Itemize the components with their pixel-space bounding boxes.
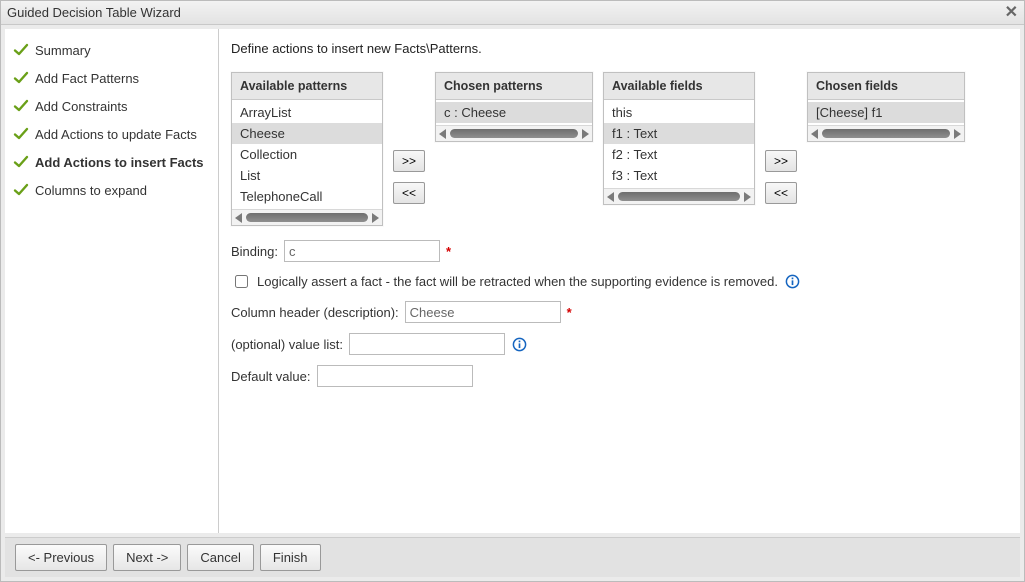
chosen-fields-list[interactable]: [Cheese] f1 <box>808 100 964 125</box>
available-patterns-panel: Available patterns ArrayListCheeseCollec… <box>231 72 383 226</box>
chosen-patterns-panel: Chosen patterns c : Cheese <box>435 72 593 142</box>
check-icon <box>13 154 29 170</box>
add-field-button[interactable]: >> <box>765 150 797 172</box>
next-button[interactable]: Next -> <box>113 544 181 571</box>
remove-field-button[interactable]: << <box>765 182 797 204</box>
required-marker: * <box>446 244 451 259</box>
sidebar-item[interactable]: Add Fact Patterns <box>13 67 210 89</box>
sidebar-item[interactable]: Add Actions to update Facts <box>13 123 210 145</box>
value-list-label: (optional) value list: <box>231 337 343 352</box>
wizard-footer: <- Previous Next -> Cancel Finish <box>5 537 1020 577</box>
hscroll[interactable] <box>808 125 964 141</box>
available-patterns-header: Available patterns <box>232 73 382 100</box>
chosen-patterns-list[interactable]: c : Cheese <box>436 100 592 125</box>
chosen-fields-panel: Chosen fields [Cheese] f1 <box>807 72 965 142</box>
wizard-title: Guided Decision Table Wizard <box>7 5 181 20</box>
logical-assert-checkbox[interactable] <box>235 275 248 288</box>
list-item[interactable]: ArrayList <box>232 102 382 123</box>
list-item[interactable]: TelephoneCall <box>232 186 382 207</box>
check-icon <box>13 182 29 198</box>
check-icon <box>13 70 29 86</box>
sidebar-item-label: Add Constraints <box>35 99 128 114</box>
default-value-label: Default value: <box>231 369 311 384</box>
add-pattern-button[interactable]: >> <box>393 150 425 172</box>
finish-button[interactable]: Finish <box>260 544 321 571</box>
sidebar-item-label: Summary <box>35 43 91 58</box>
list-item[interactable]: f1 : Text <box>604 123 754 144</box>
check-icon <box>13 98 29 114</box>
check-icon <box>13 42 29 58</box>
chosen-patterns-header: Chosen patterns <box>436 73 592 100</box>
patterns-transfer-buttons: >> << <box>393 72 425 204</box>
remove-pattern-button[interactable]: << <box>393 182 425 204</box>
available-fields-panel: Available fields thisf1 : Textf2 : Textf… <box>603 72 755 205</box>
instruction-text: Define actions to insert new Facts\Patte… <box>231 41 1004 56</box>
wizard-header: Guided Decision Table Wizard ✕ <box>1 1 1024 25</box>
close-icon[interactable]: ✕ <box>1005 5 1018 21</box>
check-icon <box>13 126 29 142</box>
wizard-window: Guided Decision Table Wizard ✕ Summary Ad… <box>0 0 1025 582</box>
column-header-label: Column header (description): <box>231 305 399 320</box>
column-header-input[interactable] <box>405 301 561 323</box>
list-item[interactable]: [Cheese] f1 <box>808 102 964 123</box>
binding-input[interactable] <box>284 240 440 262</box>
binding-label: Binding: <box>231 244 278 259</box>
available-patterns-list[interactable]: ArrayListCheeseCollectionListTelephoneCa… <box>232 100 382 209</box>
default-value-input[interactable] <box>317 365 473 387</box>
list-item[interactable]: f2 : Text <box>604 144 754 165</box>
sidebar-item[interactable]: Add Constraints <box>13 95 210 117</box>
cancel-button[interactable]: Cancel <box>187 544 253 571</box>
info-icon[interactable] <box>511 336 527 352</box>
available-fields-header: Available fields <box>604 73 754 100</box>
hscroll[interactable] <box>232 209 382 225</box>
sidebar-item-label: Add Fact Patterns <box>35 71 139 86</box>
wizard-sidebar: Summary Add Fact Patterns Add Constraints A… <box>5 29 219 533</box>
previous-button[interactable]: <- Previous <box>15 544 107 571</box>
list-item[interactable]: Cheese <box>232 123 382 144</box>
sidebar-item[interactable]: Summary <box>13 39 210 61</box>
hscroll[interactable] <box>604 188 754 204</box>
value-list-input[interactable] <box>349 333 505 355</box>
required-marker: * <box>567 305 572 320</box>
sidebar-item[interactable]: Add Actions to insert Facts <box>13 151 210 173</box>
hscroll[interactable] <box>436 125 592 141</box>
logical-assert-label: Logically assert a fact - the fact will … <box>257 274 778 289</box>
list-item[interactable]: f3 : Text <box>604 165 754 186</box>
list-item[interactable]: c : Cheese <box>436 102 592 123</box>
wizard-body: Summary Add Fact Patterns Add Constraints A… <box>5 29 1020 533</box>
list-item[interactable]: List <box>232 165 382 186</box>
list-item[interactable]: this <box>604 102 754 123</box>
lists-row: Available patterns ArrayListCheeseCollec… <box>231 72 1004 226</box>
chosen-fields-header: Chosen fields <box>808 73 964 100</box>
sidebar-item-label: Columns to expand <box>35 183 147 198</box>
available-fields-list[interactable]: thisf1 : Textf2 : Textf3 : Text <box>604 100 754 188</box>
sidebar-item-label: Add Actions to update Facts <box>35 127 197 142</box>
sidebar-item-label: Add Actions to insert Facts <box>35 155 204 170</box>
list-item[interactable]: Collection <box>232 144 382 165</box>
sidebar-item[interactable]: Columns to expand <box>13 179 210 201</box>
fields-transfer-buttons: >> << <box>765 72 797 204</box>
info-icon[interactable] <box>784 274 800 290</box>
form-area: Binding: * Logically assert a fact - the… <box>231 240 1004 397</box>
wizard-content: Define actions to insert new Facts\Patte… <box>219 29 1020 533</box>
